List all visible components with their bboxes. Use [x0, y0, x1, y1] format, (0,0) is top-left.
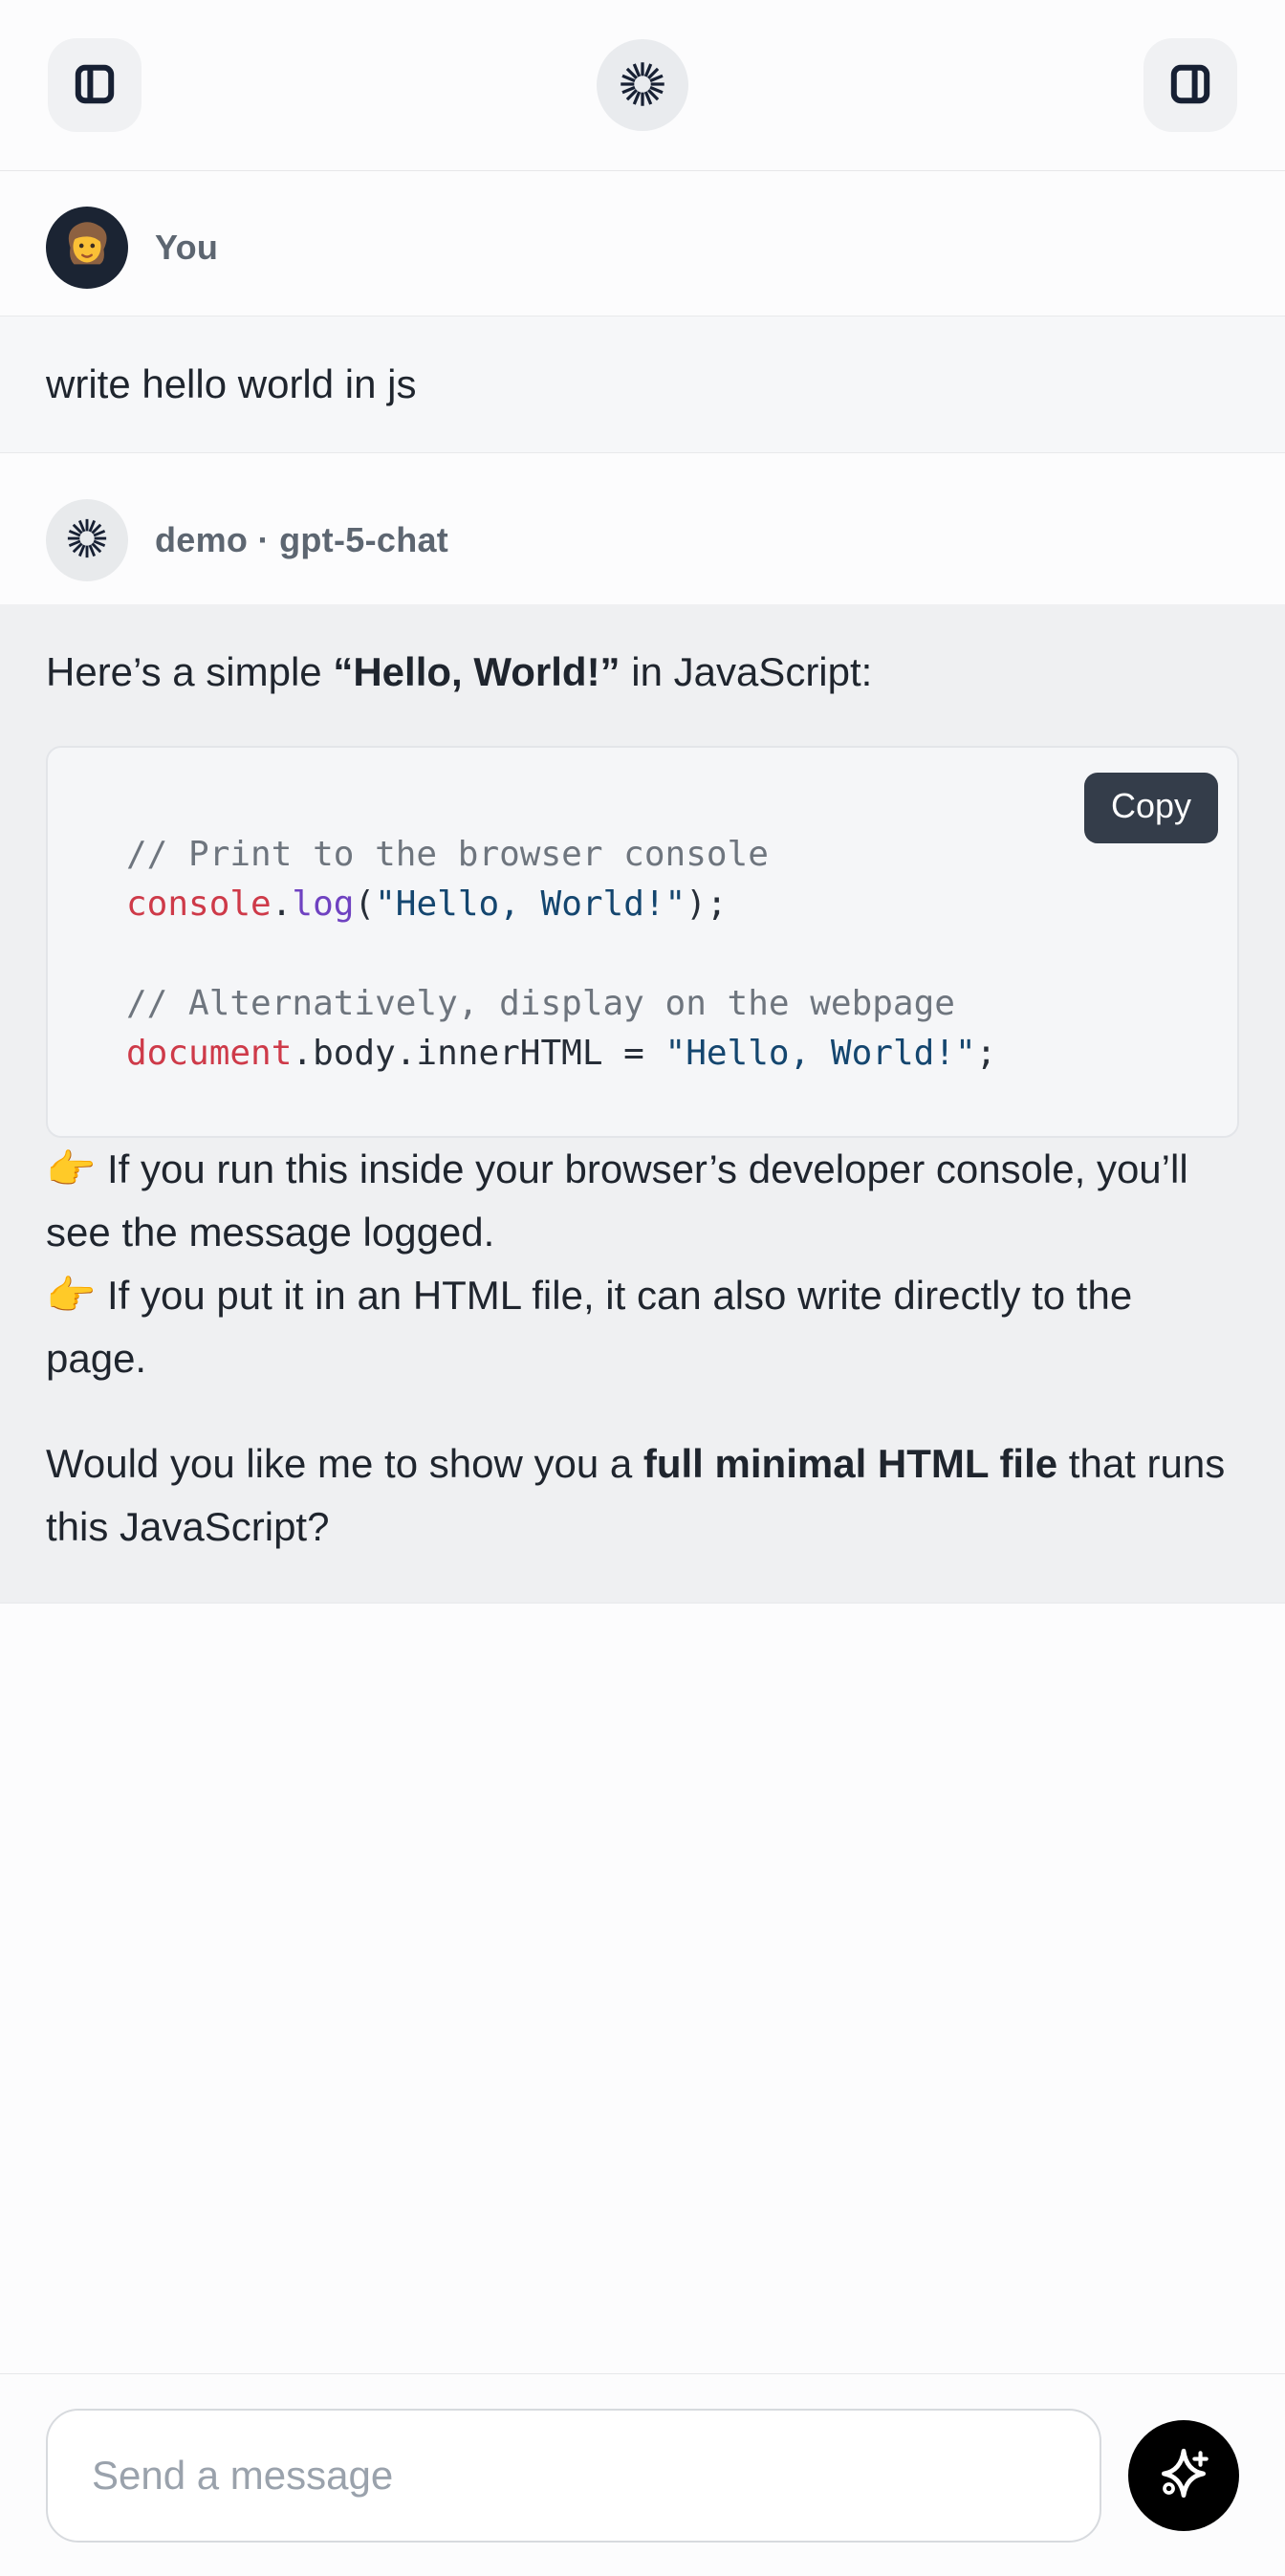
user-message-header: You: [0, 207, 1285, 289]
assistant-message: demo · gpt-5-chat Here’s a simple “Hello…: [0, 499, 1285, 1604]
code-line: // Alternatively, display on the webpage: [126, 979, 1199, 1029]
message-input[interactable]: [46, 2409, 1101, 2543]
code-block: Copy // Print to the browser consolecons…: [46, 746, 1239, 1138]
tip-paragraph: 👉 If you put it in an HTML file, it can …: [46, 1264, 1239, 1390]
tip-paragraph: 👉 If you run this inside your browser’s …: [46, 1138, 1239, 1264]
user-message-bubble: write hello world in js: [0, 316, 1285, 453]
intro-paragraph: Here’s a simple “Hello, World!” in JavaS…: [46, 641, 1239, 704]
question-bold: full minimal HTML file: [643, 1441, 1057, 1486]
intro-prefix: Here’s a simple: [46, 649, 333, 694]
code-line: document.body.innerHTML = "Hello, World!…: [126, 1029, 1199, 1079]
intro-suffix: in JavaScript:: [621, 649, 873, 694]
person-emoji-icon: [57, 216, 117, 280]
code-line: [126, 929, 1199, 979]
sidebar-toggle-button[interactable]: [48, 38, 142, 132]
user-message-text: write hello world in js: [46, 361, 1239, 407]
starburst-icon: [618, 59, 667, 112]
panel-right-icon: [1167, 61, 1213, 110]
top-bar: [0, 0, 1285, 171]
question-prefix: Would you like me to show you a: [46, 1441, 643, 1486]
right-panel-toggle-button[interactable]: [1143, 38, 1237, 132]
user-message: You write hello world in js: [0, 207, 1285, 453]
model-spinner-button[interactable]: [597, 39, 688, 131]
chat-scroll-area: You write hello world in js demo · gpt-5…: [0, 171, 1285, 2373]
assistant-author-label: demo · gpt-5-chat: [155, 520, 448, 560]
assistant-message-header: demo · gpt-5-chat: [0, 499, 1285, 581]
sparkle-icon: [1152, 2442, 1215, 2508]
code-line: // Print to the browser console: [126, 830, 1199, 880]
copy-code-button[interactable]: Copy: [1084, 773, 1218, 843]
composer-bar: [0, 2373, 1285, 2576]
send-button[interactable]: [1128, 2420, 1239, 2531]
question-paragraph: Would you like me to show you a full min…: [46, 1432, 1239, 1559]
assistant-avatar: [46, 499, 128, 581]
user-avatar: [46, 207, 128, 289]
code-line: console.log("Hello, World!");: [126, 880, 1199, 929]
code-content: // Print to the browser consoleconsole.l…: [126, 830, 1199, 1079]
intro-bold: “Hello, World!”: [333, 649, 620, 694]
starburst-icon: [65, 516, 109, 565]
user-author-label: You: [155, 228, 218, 268]
chat-app: You write hello world in js demo · gpt-5…: [0, 0, 1285, 2576]
panel-left-icon: [72, 61, 118, 110]
assistant-message-body: Here’s a simple “Hello, World!” in JavaS…: [0, 604, 1285, 1604]
